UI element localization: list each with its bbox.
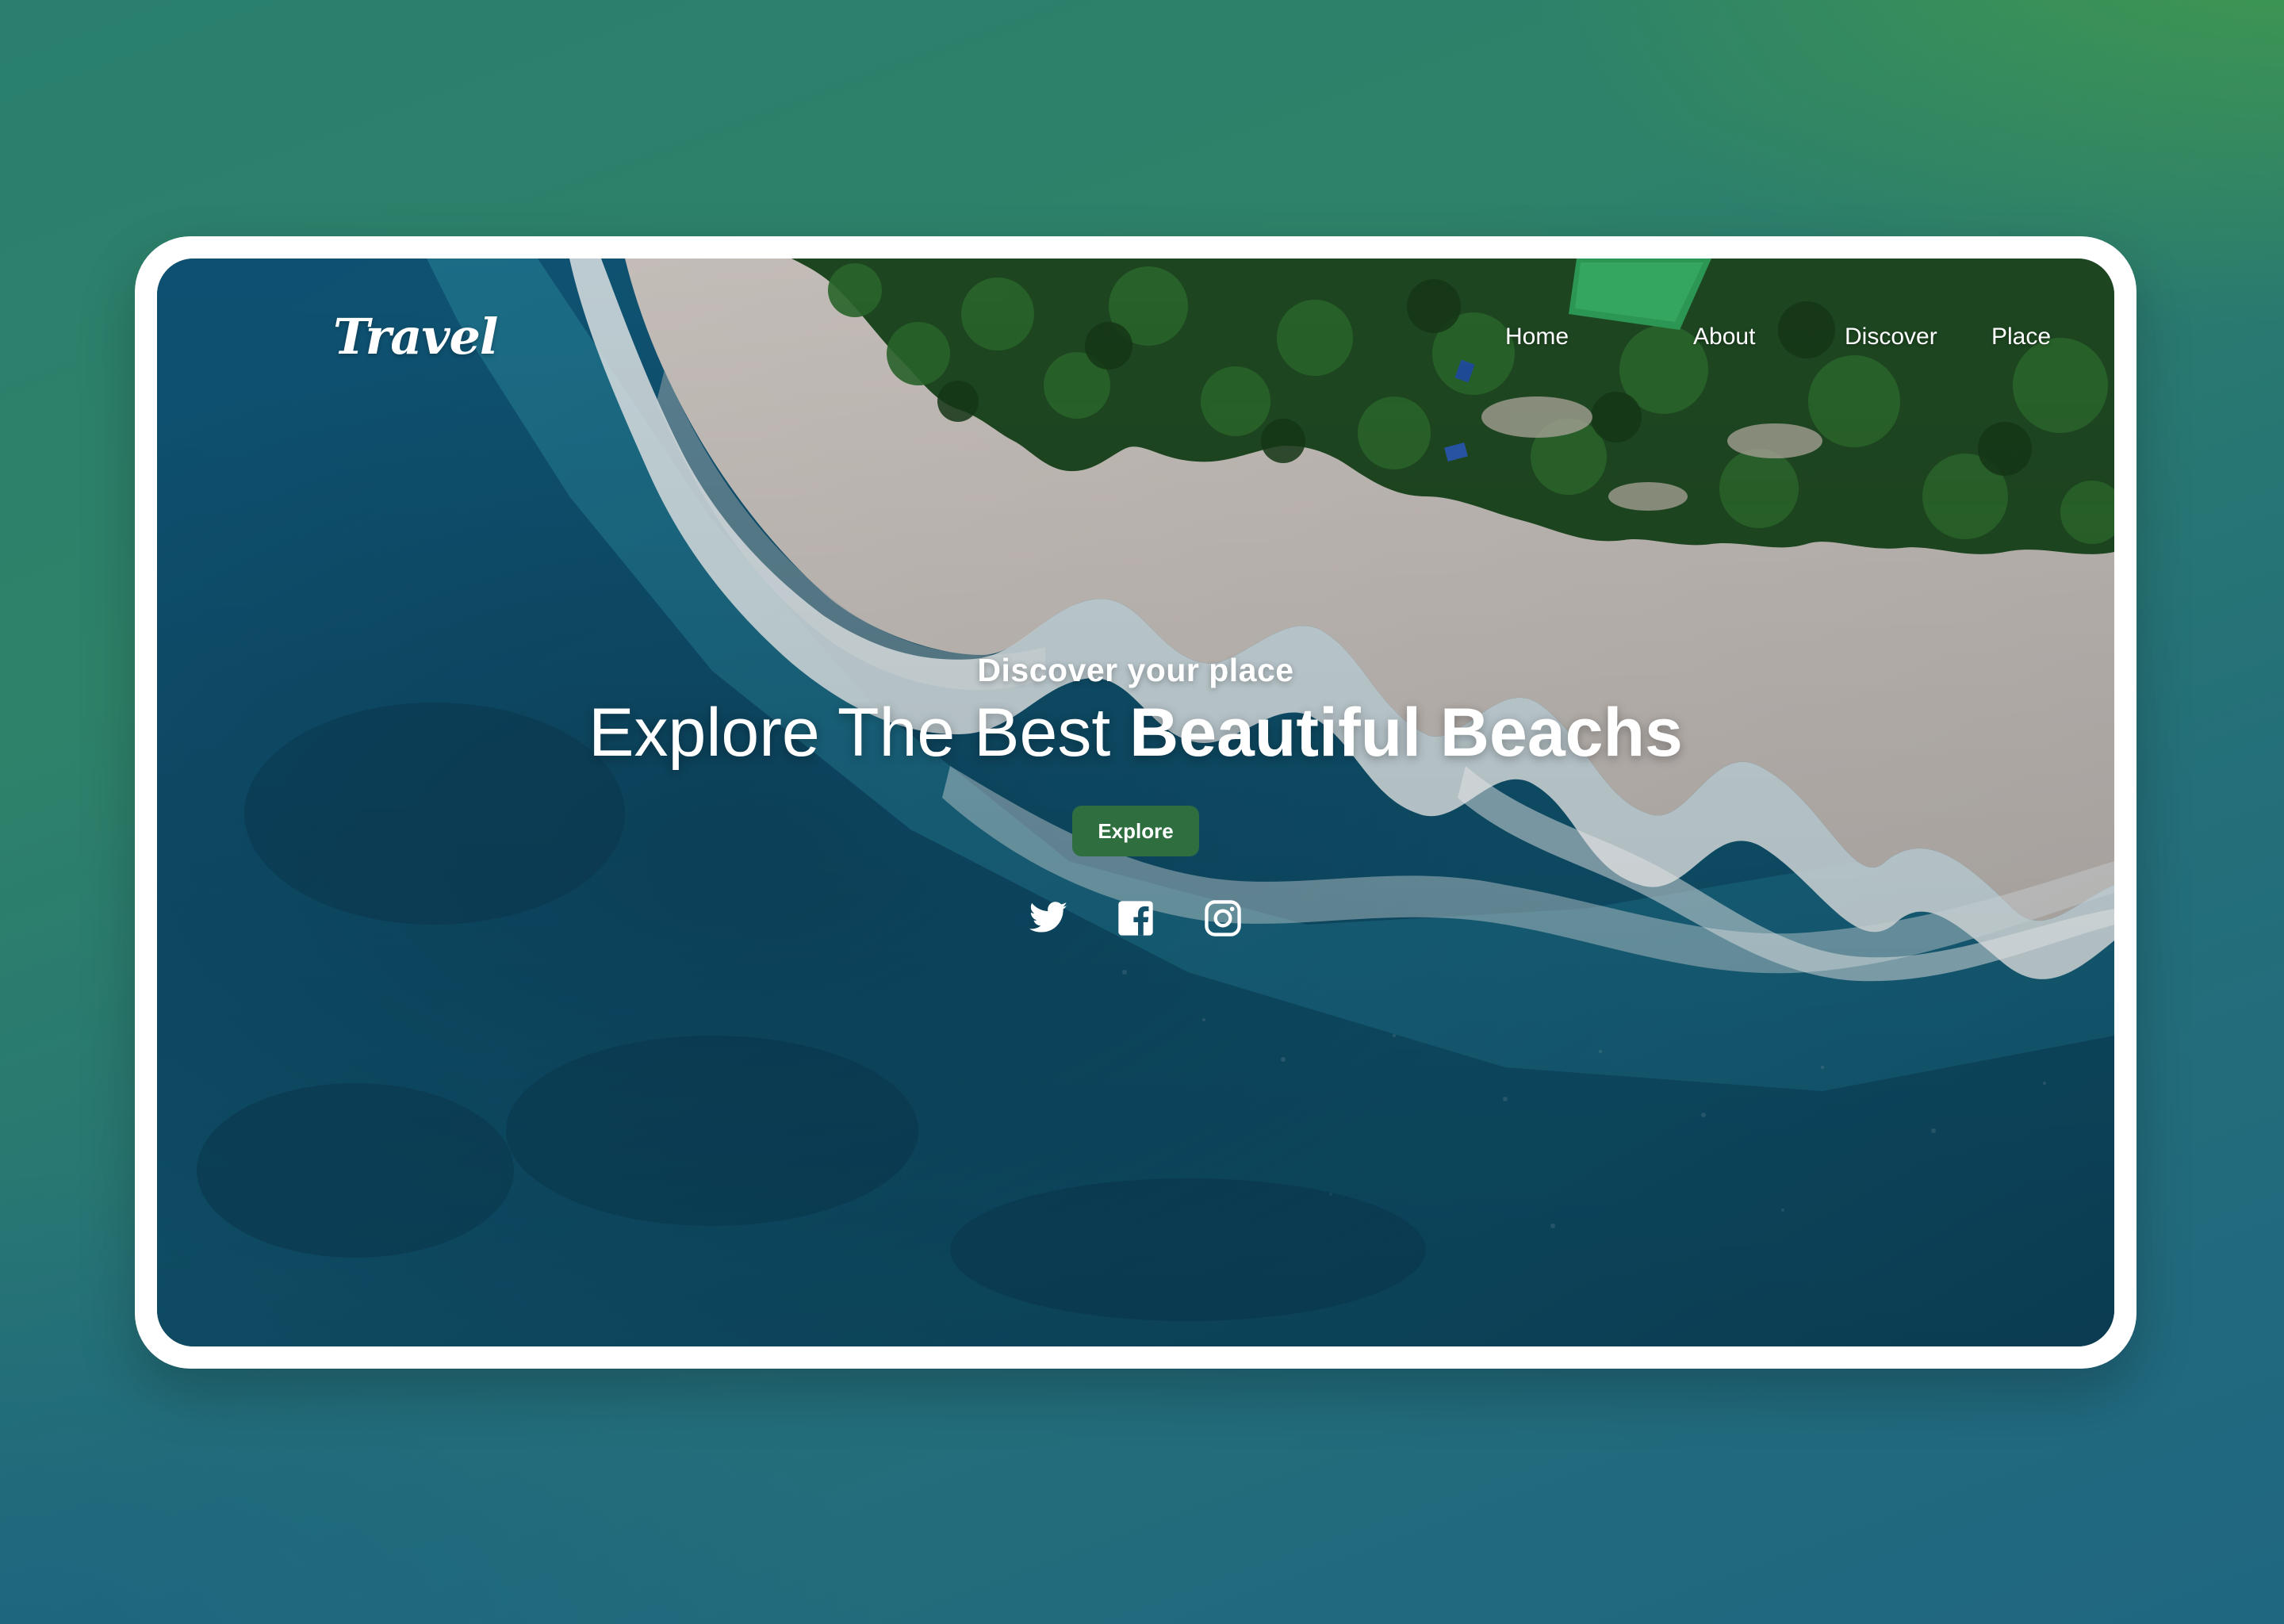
- website-screen: Travel Home About Discover Place Discove…: [157, 259, 2114, 1346]
- nav-link-discover[interactable]: Discover: [1845, 324, 1937, 350]
- hero-title: Explore The Best Beautiful Beachs: [157, 695, 2114, 771]
- hero-subtitle: Discover your place: [977, 652, 1294, 688]
- facebook-icon[interactable]: [1115, 898, 1156, 939]
- main-nav: Home About Discover Place: [157, 324, 2114, 363]
- hero-title-bold: Beautiful Beachs: [1129, 695, 1683, 771]
- device-frame: Travel Home About Discover Place Discove…: [135, 236, 2136, 1369]
- instagram-icon[interactable]: [1202, 898, 1244, 939]
- twitter-icon[interactable]: [1028, 898, 1069, 939]
- nav-link-place[interactable]: Place: [1991, 324, 2051, 350]
- nav-link-home[interactable]: Home: [1505, 324, 1569, 350]
- hero-title-regular: Explore The Best: [588, 695, 1130, 771]
- explore-button[interactable]: Explore: [1072, 805, 1199, 856]
- nav-link-about[interactable]: About: [1693, 324, 1755, 350]
- social-links: [157, 898, 2114, 939]
- hero-section: Discover your place Explore The Best Bea…: [157, 652, 2114, 939]
